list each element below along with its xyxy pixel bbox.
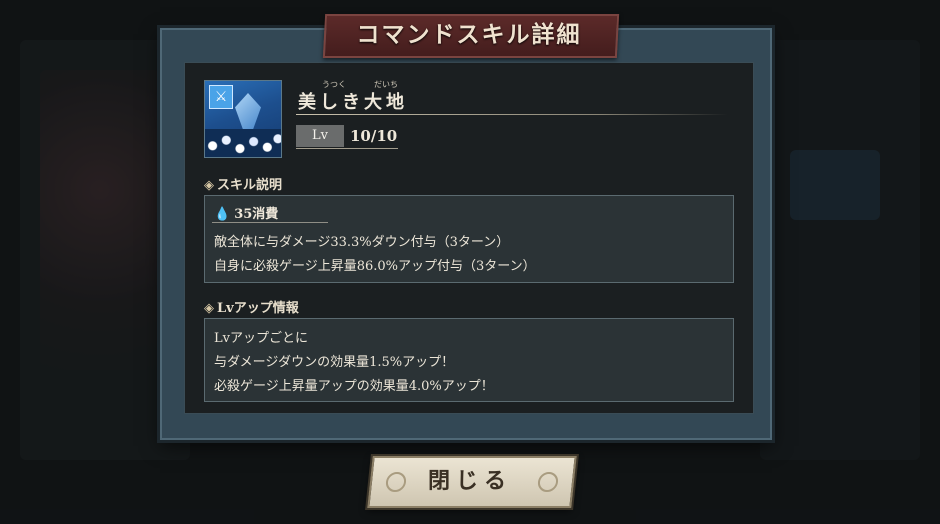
- skill-description-heading-text: スキル説明: [217, 178, 283, 193]
- level-label: Lv: [296, 125, 344, 147]
- close-button[interactable]: [367, 456, 577, 508]
- skill-name-divider: [296, 114, 728, 115]
- description-line-2: 自身に必殺ゲージ上昇量86.0%アップ付与（3ターン）: [214, 259, 536, 274]
- level-divider: [296, 148, 398, 149]
- levelup-line-3: 必殺ゲージ上昇量アップの効果量4.0%アップ！: [214, 379, 494, 394]
- dialog-title: コマンドスキル詳細: [356, 21, 582, 48]
- water-drop-icon: 💧: [214, 207, 231, 222]
- sword-badge-icon: ⚔: [209, 85, 233, 109]
- diamond-icon: ◈: [204, 178, 214, 193]
- cost-divider: [212, 222, 328, 223]
- skill-cost-text: 35消費: [234, 207, 279, 222]
- description-line-1: 敵全体に与ダメージ33.3%ダウン付与（3ターン）: [214, 235, 510, 250]
- skill-description-heading: ◈ スキル説明: [204, 174, 282, 193]
- flowers-decoration: [205, 129, 281, 157]
- button-ornament-left: [384, 472, 408, 492]
- crystal-icon: [235, 93, 261, 129]
- levelup-line-1: Lvアップごとに: [214, 331, 308, 346]
- diamond-icon: ◈: [204, 301, 214, 316]
- skill-name: 美しき大地: [298, 92, 408, 113]
- levelup-heading: ◈ Lvアップ情報: [204, 297, 299, 316]
- levelup-line-2: 与ダメージダウンの効果量1.5%アップ！: [214, 355, 455, 370]
- levelup-heading-text: Lvアップ情報: [217, 301, 299, 316]
- skill-icon: ⚔: [204, 80, 282, 158]
- button-ornament-right: [536, 472, 560, 492]
- level-value: 10/10: [350, 127, 398, 145]
- skill-cost: 💧 35消費: [214, 203, 278, 222]
